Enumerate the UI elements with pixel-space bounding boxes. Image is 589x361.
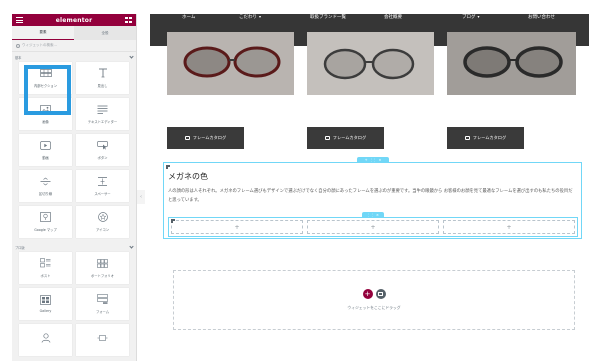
panel-header: elementor — [12, 14, 136, 26]
frame-catalog-button[interactable]: フレームカタログ — [307, 127, 384, 149]
nav-item-brands[interactable]: 取扱ブランド一覧 — [310, 14, 346, 20]
widget-text-editor[interactable]: テキストエディター — [76, 98, 129, 130]
portfolio-icon — [97, 258, 109, 268]
add-template-button[interactable] — [375, 289, 386, 299]
add-icon: + — [370, 223, 376, 231]
book-icon — [184, 136, 190, 140]
widget-label: Google マップ — [34, 227, 57, 232]
nav-item-home[interactable]: ホーム — [182, 14, 195, 20]
posts-icon — [40, 258, 52, 268]
login-icon — [40, 332, 52, 343]
column-edit-handle[interactable] — [165, 164, 171, 170]
widget-label: アイコン — [95, 227, 110, 232]
star-icon — [97, 212, 109, 222]
eyeglasses-photo — [447, 32, 576, 95]
column-edit-handle[interactable] — [170, 218, 176, 224]
text-editor-icon — [97, 105, 109, 114]
eyeglasses-photo — [307, 32, 434, 95]
widget-label: ポスト — [40, 273, 51, 278]
category-header-basic[interactable]: 基本 — [12, 52, 136, 62]
search-icon — [16, 43, 20, 48]
menu-icon[interactable] — [16, 17, 23, 23]
gallery-icon — [40, 294, 52, 305]
widget-button[interactable]: ボタン — [76, 134, 129, 166]
widget-label: 動画 — [42, 155, 49, 160]
slides-icon — [97, 333, 109, 342]
nav-item-blog[interactable]: ブログ ▾ — [462, 14, 480, 20]
chevron-left-icon: ‹ — [140, 194, 142, 200]
chevron-down-icon — [129, 243, 134, 249]
widget-slides[interactable] — [76, 324, 129, 356]
add-section-button[interactable]: + — [362, 289, 373, 299]
widget-divider[interactable]: 区切り線 — [19, 170, 72, 202]
plus-icon: + — [364, 289, 371, 298]
widget-label: 区切り線 — [38, 191, 53, 196]
widget-google-map[interactable]: Google マップ — [19, 206, 72, 238]
pro-widget-grid: ポスト ポートフォリオ Gallery フォーム — [12, 252, 136, 356]
chevron-down-icon — [129, 53, 134, 59]
inner-column[interactable]: + — [443, 220, 575, 234]
drop-hint: ウィジェットをここにドラッグ — [347, 305, 401, 310]
widget-login[interactable] — [19, 324, 72, 356]
button-icon — [97, 140, 109, 150]
map-icon — [40, 212, 52, 222]
divider-icon — [40, 177, 52, 186]
widgets-grid-icon[interactable] — [124, 17, 132, 23]
eyeglasses-photo — [167, 32, 294, 95]
widget-gallery[interactable]: Gallery — [19, 288, 72, 320]
add-section-dropzone[interactable]: + ウィジェットをここにドラッグ — [173, 270, 575, 330]
inner-column[interactable]: + — [171, 220, 303, 234]
book-icon — [324, 136, 330, 140]
category-title: プロ版 — [15, 245, 25, 250]
highlight-frame — [24, 65, 71, 115]
widget-heading[interactable]: 見出し — [76, 62, 129, 94]
section-heading: メガネの色 — [168, 172, 208, 181]
search-input[interactable]: ウィジェットの検索… — [22, 43, 57, 48]
form-icon — [97, 294, 109, 304]
book-icon — [464, 136, 470, 140]
category-title: 基本 — [15, 55, 22, 60]
panel-tabs: 要素 全般 — [12, 26, 136, 40]
widget-icon[interactable]: アイコン — [76, 206, 129, 238]
section-paragraph: 人の顔の形は人それぞれ。メガネのフレーム選びもデザインで選ぶだけでなく自分の顔に… — [168, 189, 573, 203]
frame-catalog-button[interactable]: フレームカタログ — [167, 127, 244, 149]
category-header-pro[interactable]: プロ版 — [12, 242, 136, 252]
add-icon: + — [234, 223, 240, 231]
chevron-down-icon: ▾ — [259, 14, 262, 19]
heading-icon — [97, 68, 109, 78]
folder-icon — [378, 292, 383, 296]
panel-collapse-toggle[interactable]: ‹ — [137, 190, 145, 204]
tab-global[interactable]: 全般 — [74, 26, 136, 40]
widget-label: ポートフォリオ — [90, 273, 115, 278]
widget-label: スペーサー — [94, 191, 111, 196]
elementor-logo: elementor — [55, 16, 93, 24]
video-icon — [40, 140, 52, 150]
nav-item-kodawari[interactable]: こだわり ▾ — [239, 14, 261, 20]
add-section-buttons: + — [362, 289, 386, 299]
spacer-icon — [97, 176, 109, 186]
nav-item-contact[interactable]: お問い合わせ — [528, 14, 555, 20]
add-icon: + — [506, 223, 512, 231]
tab-elements[interactable]: 要素 — [12, 26, 74, 40]
nav-item-company[interactable]: 会社概要 — [384, 14, 402, 20]
widget-label: フォーム — [95, 309, 110, 314]
widget-portfolio[interactable]: ポートフォリオ — [76, 252, 129, 284]
widget-label: ボタン — [97, 155, 108, 160]
widget-video[interactable]: 動画 — [19, 134, 72, 166]
widget-form[interactable]: フォーム — [76, 288, 129, 320]
inner-section[interactable]: + + + — [168, 217, 578, 237]
widget-label: 見出し — [97, 83, 108, 88]
chevron-down-icon: ▾ — [477, 14, 480, 19]
widget-search[interactable]: ウィジェットの検索… — [12, 40, 136, 52]
frame-catalog-button[interactable]: フレームカタログ — [447, 127, 524, 149]
widget-label: Gallery — [39, 309, 52, 313]
widget-label: 画像 — [42, 119, 49, 124]
inner-column[interactable]: + — [307, 220, 439, 234]
widget-posts[interactable]: ポスト — [19, 252, 72, 284]
widget-spacer[interactable]: スペーサー — [76, 170, 129, 202]
widget-label: テキストエディター — [87, 119, 118, 124]
